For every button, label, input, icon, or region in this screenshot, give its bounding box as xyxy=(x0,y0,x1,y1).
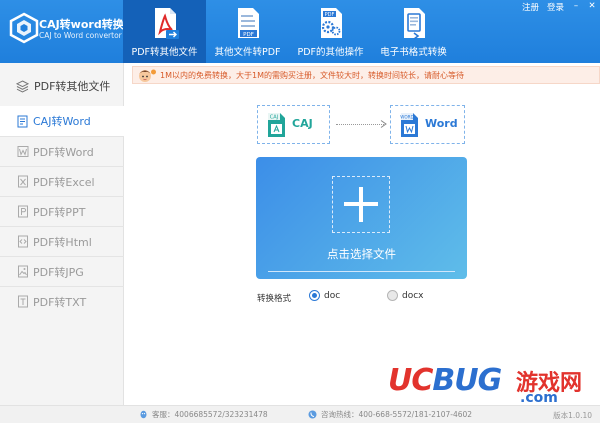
sidebar-item-pdf-to-jpg[interactable]: PDF转JPG xyxy=(0,256,124,286)
customer-service-info: 客服：4006685572/323231478 xyxy=(139,409,268,420)
top-bar: CAJ转word转换器 CAJ to Word convertor PDF转其他… xyxy=(0,0,600,63)
doc-radio[interactable] xyxy=(309,290,320,301)
hotline-info: 咨询热线：400-668-5572/181-2107-4602 xyxy=(308,409,472,420)
word-icon xyxy=(17,146,29,157)
sidebar-item-label: PDF转JPG xyxy=(33,265,84,279)
notice-bar: 1M以内的免费转换，大于1M的需购买注册，文件较大时，转换时间较长，请耐心等待 xyxy=(132,66,600,84)
text-file-icon xyxy=(18,295,28,308)
close-button[interactable]: ✕ xyxy=(584,0,600,14)
svg-text:WORD: WORD xyxy=(400,115,414,120)
layers-icon xyxy=(16,79,29,93)
phone-icon xyxy=(308,410,317,419)
minimize-button[interactable]: – xyxy=(568,0,584,14)
nav-pdf-to-other[interactable]: PDF转其他文件 xyxy=(123,0,206,63)
plus-icon-vertical xyxy=(359,187,363,222)
sidebar-item-pdf-to-ppt[interactable]: PDF转PPT xyxy=(0,196,124,226)
arrow-right-icon xyxy=(380,120,387,128)
notice-text: 1M以内的免费转换，大于1M的需购买注册，文件较大时，转换时间较长，请耐心等待 xyxy=(160,71,464,80)
watermark-brand: UCBUG xyxy=(388,363,502,398)
select-file-area[interactable]: 点击选择文件 xyxy=(256,157,467,279)
svg-text:PDF: PDF xyxy=(243,32,254,38)
file-to-pdf-icon: PDF xyxy=(237,8,259,38)
sidebar-item-label: PDF转Html xyxy=(33,235,92,249)
sidebar-item-pdf-to-txt[interactable]: PDF转TXT xyxy=(0,286,124,316)
sidebar-header-label: PDF转其他文件 xyxy=(34,80,111,93)
login-link[interactable]: 登录 xyxy=(543,0,568,14)
sidebar-header: PDF转其他文件 xyxy=(0,71,123,101)
version-text: 版本1.0.10 xyxy=(553,411,592,420)
target-format-box: WORD Word xyxy=(390,105,465,144)
nav-label: PDF的其他操作 xyxy=(297,47,364,58)
app-logo: CAJ转word转换器 CAJ to Word convertor xyxy=(8,10,135,50)
excel-icon xyxy=(18,175,28,188)
nav-label: PDF转其他文件 xyxy=(131,47,198,58)
pdf-gear-icon: PDF xyxy=(320,8,342,38)
ppt-icon xyxy=(18,205,28,218)
docx-radio[interactable] xyxy=(387,290,398,301)
sidebar: PDF转其他文件 CAJ转Word PDF转Word PDF转Excel PDF… xyxy=(0,63,124,405)
image-icon xyxy=(18,265,28,278)
docx-radio-label[interactable]: docx xyxy=(402,291,424,301)
sidebar-item-caj-to-word[interactable]: CAJ转Word xyxy=(0,106,124,136)
register-link[interactable]: 注册 xyxy=(518,0,543,14)
sidebar-item-pdf-to-html[interactable]: PDF转Html xyxy=(0,226,124,256)
doc-radio-label[interactable]: doc xyxy=(324,291,340,301)
logo-icon xyxy=(9,12,39,44)
svg-text:PDF: PDF xyxy=(324,12,334,18)
sidebar-item-label: PDF转Word xyxy=(33,145,94,159)
nav-ebook-convert[interactable]: 电子书格式转换 xyxy=(372,0,455,63)
word-file-icon: WORD xyxy=(400,113,418,137)
sidebar-item-label: PDF转Excel xyxy=(33,175,95,189)
qq-icon xyxy=(140,410,147,419)
watermark-com: .com xyxy=(520,390,558,406)
sidebar-item-label: CAJ转Word xyxy=(33,115,91,128)
svg-text:CAJ: CAJ xyxy=(270,115,278,121)
hotline-text: 咨询热线：400-668-5572/181-2107-4602 xyxy=(321,410,473,419)
format-label: 转换格式 xyxy=(257,294,292,304)
source-format-box: CAJ CAJ xyxy=(257,105,330,144)
mascot-icon xyxy=(139,69,156,82)
nav-other-to-pdf[interactable]: PDF 其他文件转PDF xyxy=(206,0,289,63)
select-file-label: 点击选择文件 xyxy=(327,247,396,261)
status-bar: 客服：4006685572/323231478 咨询热线：400-668-557… xyxy=(0,405,600,423)
nav-label: 其他文件转PDF xyxy=(214,47,281,58)
target-format-label: Word xyxy=(425,117,458,130)
sidebar-item-pdf-to-word[interactable]: PDF转Word xyxy=(0,136,124,166)
caj-file-icon: CAJ xyxy=(268,113,285,137)
ebook-icon xyxy=(403,8,425,40)
add-file-frame[interactable] xyxy=(332,176,390,233)
convert-arrow-line xyxy=(336,124,384,125)
sidebar-item-label: PDF转TXT xyxy=(33,295,87,309)
sidebar-item-label: PDF转PPT xyxy=(33,205,86,219)
top-nav: PDF转其他文件 PDF 其他文件转PDF PDF PDF的其他操作 电子书格式… xyxy=(123,0,455,63)
nav-pdf-other-ops[interactable]: PDF PDF的其他操作 xyxy=(289,0,372,63)
html-icon xyxy=(18,235,28,248)
pdf-file-icon xyxy=(154,8,179,39)
site-watermark: UCBUG 游戏网 .com xyxy=(388,363,598,406)
customer-service-text: 客服：4006685572/323231478 xyxy=(152,410,268,419)
source-format-label: CAJ xyxy=(292,117,313,130)
nav-label: 电子书格式转换 xyxy=(380,47,447,58)
upload-divider xyxy=(268,271,455,272)
sidebar-item-pdf-to-excel[interactable]: PDF转Excel xyxy=(0,166,124,196)
app-subtitle: CAJ to Word convertor xyxy=(39,31,122,40)
document-icon xyxy=(17,115,28,127)
app-title: CAJ转word转换器 xyxy=(39,18,135,31)
window-controls: 注册 登录 – ✕ xyxy=(518,0,600,14)
